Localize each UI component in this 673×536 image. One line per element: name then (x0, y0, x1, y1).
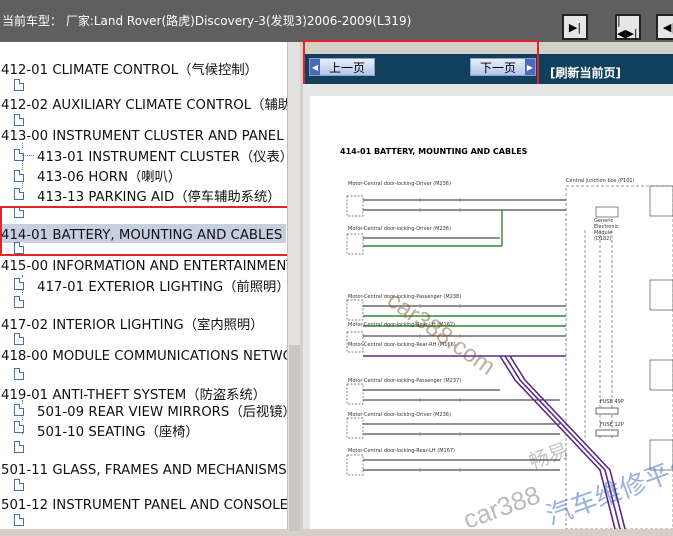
diagram-label: FUSE 49P (600, 399, 624, 405)
diagram-label: Motor-Central door-locking-Driver (M236) (348, 412, 451, 418)
diagram-label: Generic Electronic Module (D182) (594, 218, 619, 242)
diagram-label: Motor-Central door-locking-Rear-RH (M166… (348, 342, 456, 348)
diagram-label: FUSE 12P (600, 422, 624, 428)
diagram-label: Motor-Central door-locking-Driver (M236) (348, 181, 451, 187)
diagram-label: Motor-Central door-locking-Driver (M236) (348, 226, 451, 232)
wiring-diagram (346, 185, 673, 529)
diagram-label: Motor-Central door-locking-Rear-LH (M167… (348, 322, 456, 328)
diagram-label: Motor-Central door-locking-Passenger (M2… (348, 378, 462, 384)
diagram-label: Motor-Central door-locking-Passenger (M2… (348, 294, 462, 300)
diagram-label: Motor-Central door-locking-Rear-LH (M167… (348, 448, 456, 454)
diagram-label: Central junction box (P101) (566, 178, 635, 184)
